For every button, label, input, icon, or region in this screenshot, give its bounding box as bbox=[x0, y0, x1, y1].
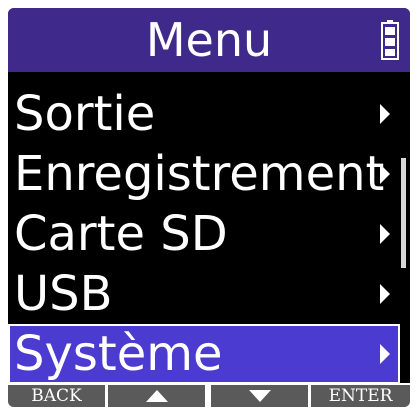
chevron-right-icon bbox=[380, 104, 390, 124]
device-screen: Menu Sortie Enregistrement Carte SD USB … bbox=[8, 8, 410, 407]
menu-item-label: Système bbox=[14, 326, 223, 382]
up-button[interactable] bbox=[108, 385, 205, 407]
arrow-down-icon bbox=[249, 390, 271, 402]
menu-item-systeme[interactable]: Système bbox=[8, 324, 400, 384]
softkey-bar: BACK ENTER bbox=[8, 383, 410, 407]
scrollbar[interactable] bbox=[401, 158, 406, 268]
chevron-right-icon bbox=[380, 344, 390, 364]
enter-button[interactable]: ENTER bbox=[311, 385, 410, 407]
arrow-up-icon bbox=[146, 390, 168, 402]
menu-item-label: Sortie bbox=[14, 86, 156, 142]
page-title: Menu bbox=[145, 13, 273, 67]
menu-item-carte-sd[interactable]: Carte SD bbox=[8, 204, 400, 264]
battery-icon bbox=[381, 20, 399, 60]
menu-item-label: Carte SD bbox=[14, 206, 228, 262]
menu-item-usb[interactable]: USB bbox=[8, 264, 400, 324]
back-button[interactable]: BACK bbox=[8, 385, 105, 407]
menu-list: Sortie Enregistrement Carte SD USB Systè… bbox=[8, 84, 410, 384]
chevron-right-icon bbox=[380, 164, 390, 184]
chevron-right-icon bbox=[380, 284, 390, 304]
menu-item-label: Enregistrement bbox=[14, 146, 385, 202]
chevron-right-icon bbox=[380, 224, 390, 244]
menu-item-label: USB bbox=[14, 266, 113, 322]
down-button[interactable] bbox=[211, 385, 308, 407]
menu-item-enregistrement[interactable]: Enregistrement bbox=[8, 144, 400, 204]
menu-item-sortie[interactable]: Sortie bbox=[8, 84, 400, 144]
header-bar: Menu bbox=[8, 8, 410, 72]
